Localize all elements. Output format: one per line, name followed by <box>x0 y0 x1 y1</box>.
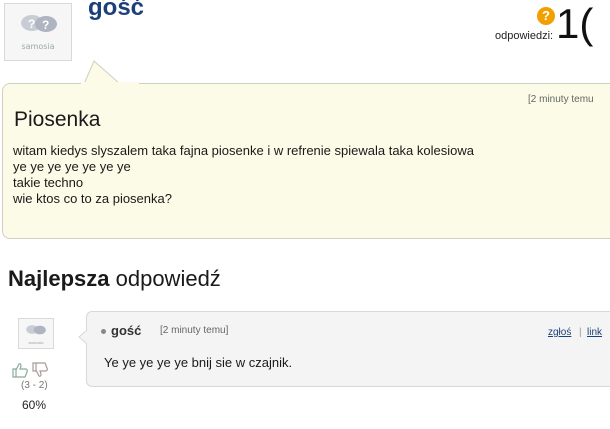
question-body: witam kiedys slyszalem taka fajna piosen… <box>13 143 474 207</box>
answers-count: 1( <box>556 0 594 47</box>
vote-percent: 60% <box>22 398 47 412</box>
question-mark-icon: ? <box>537 7 555 25</box>
speech-bubbles-icon <box>26 325 46 335</box>
vote-count: (3 - 2) <box>21 380 48 391</box>
avatar-caption: samosia <box>28 340 44 345</box>
report-link[interactable]: zgłoś <box>548 327 571 338</box>
answer-tail <box>78 330 88 344</box>
question-line: ye ye ye ye ye ye ye <box>13 159 131 174</box>
best-answer-heading-rest: odpowiedź <box>109 266 221 291</box>
avatar-caption: samosia <box>21 42 55 51</box>
avatar[interactable]: ? ? samosia <box>4 3 72 61</box>
best-answer-heading-bold: Najlepsza <box>8 266 110 291</box>
svg-text:?: ? <box>42 18 49 32</box>
question-title: Piosenka <box>14 108 101 131</box>
thumb-up-icon[interactable] <box>11 362 29 378</box>
bullet-icon <box>101 329 106 334</box>
question-author[interactable]: gość <box>88 0 144 22</box>
bubble-tail-cover <box>81 82 139 86</box>
answer-timestamp: [2 minuty temu] <box>160 325 229 336</box>
answer-author[interactable]: gość <box>111 323 141 338</box>
svg-text:?: ? <box>28 17 35 31</box>
answer-text: Ye ye ye ye ye bnij sie w czajnik. <box>104 355 293 370</box>
speech-bubbles-icon: ? ? <box>21 15 57 32</box>
question-timestamp: [2 minuty temu <box>528 94 594 105</box>
answers-label: odpowiedzi: <box>495 30 554 42</box>
best-answer-heading: Najlepsza odpowiedź <box>8 266 221 292</box>
question-line: takie techno <box>13 175 84 190</box>
link-separator: | <box>579 327 582 338</box>
answer-box <box>86 311 610 387</box>
thumb-down-icon[interactable] <box>31 362 49 378</box>
answer-avatar[interactable]: samosia <box>18 318 54 349</box>
question-line: wie ktos co to za piosenka? <box>13 191 172 206</box>
question-line: witam kiedys slyszalem taka fajna piosen… <box>13 143 474 158</box>
permalink[interactable]: link <box>587 327 602 338</box>
